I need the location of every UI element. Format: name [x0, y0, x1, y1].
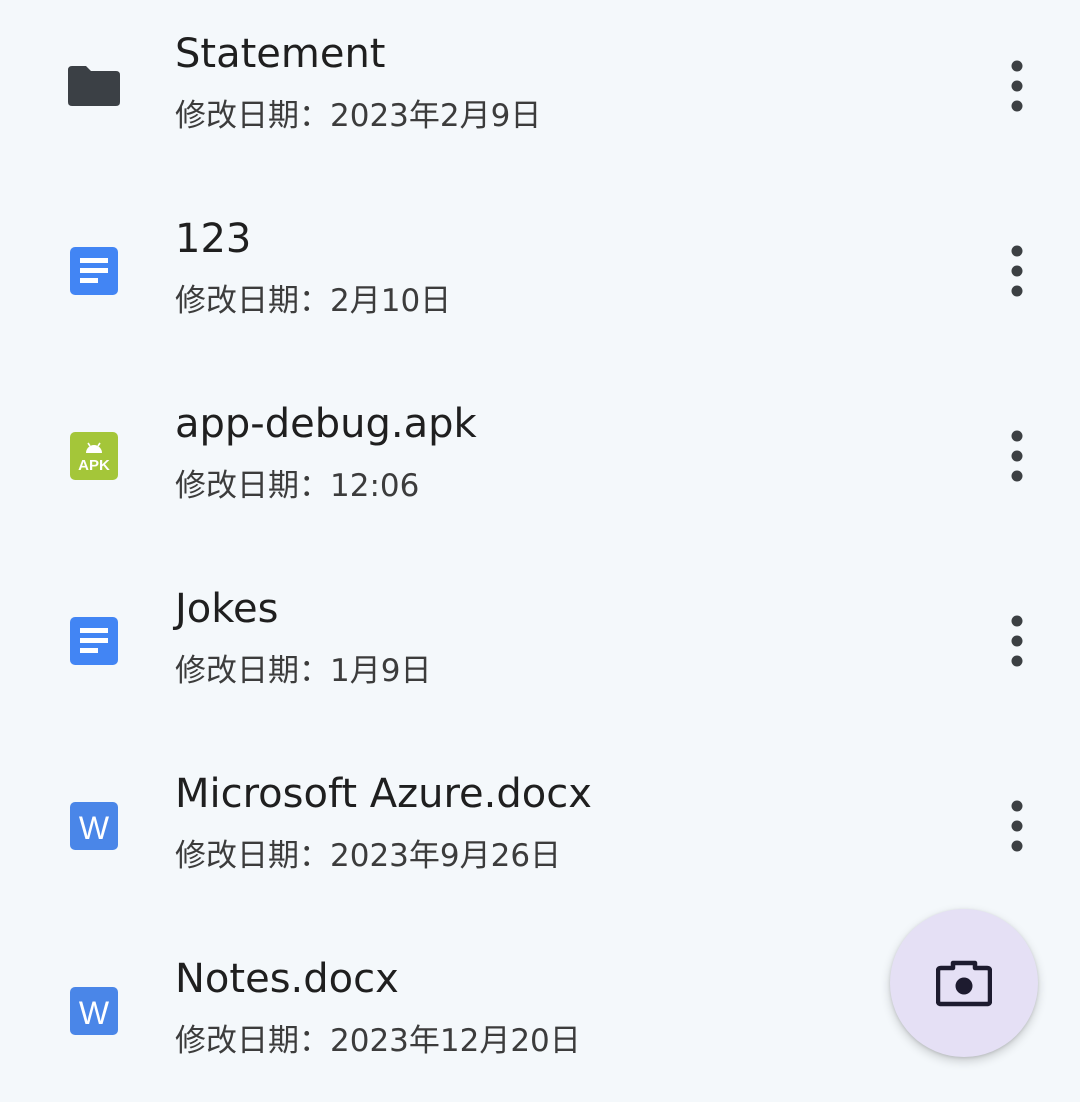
more-vert-icon	[1011, 800, 1023, 852]
list-item-microsoft-azure-docx[interactable]: W Microsoft Azure.docx 修改日期：2023年9月26日	[0, 732, 1080, 917]
file-name: Statement	[175, 31, 386, 77]
more-vert-icon	[1011, 615, 1023, 667]
word-icon-label: W	[79, 810, 110, 846]
file-modified-date: 修改日期：2023年9月26日	[175, 838, 562, 874]
more-options-button[interactable]	[992, 798, 1042, 854]
folder-icon	[64, 56, 124, 116]
camera-icon	[936, 960, 992, 1007]
file-modified-date: 修改日期：2023年2月9日	[175, 98, 542, 134]
file-modified-date: 修改日期：2023年12月20日	[175, 1023, 581, 1059]
more-options-button[interactable]	[992, 613, 1042, 669]
camera-fab-button[interactable]	[890, 909, 1038, 1057]
google-doc-icon	[64, 611, 124, 671]
list-item-app-debug-apk[interactable]: APK app-debug.apk 修改日期：12:06	[0, 362, 1080, 547]
more-vert-icon	[1011, 430, 1023, 482]
file-name: 123	[175, 216, 252, 262]
more-options-button[interactable]	[992, 243, 1042, 299]
file-list: Statement 修改日期：2023年2月9日 123 修改日期：2月10日	[0, 0, 1080, 1068]
file-modified-date: 修改日期：1月9日	[175, 653, 432, 689]
more-options-button[interactable]	[992, 58, 1042, 114]
file-modified-date: 修改日期：2月10日	[175, 283, 452, 319]
file-modified-date: 修改日期：12:06	[175, 468, 420, 504]
word-doc-icon: W	[64, 796, 124, 856]
list-item-jokes[interactable]: Jokes 修改日期：1月9日	[0, 547, 1080, 732]
list-item-statement[interactable]: Statement 修改日期：2023年2月9日	[0, 0, 1080, 177]
file-name: Jokes	[175, 586, 279, 632]
google-doc-icon	[64, 241, 124, 301]
apk-icon: APK	[64, 426, 124, 486]
apk-icon-label: APK	[78, 457, 110, 474]
list-item-123[interactable]: 123 修改日期：2月10日	[0, 177, 1080, 362]
file-name: Microsoft Azure.docx	[175, 771, 592, 817]
more-vert-icon	[1011, 245, 1023, 297]
more-vert-icon	[1011, 60, 1023, 112]
word-doc-icon: W	[64, 981, 124, 1041]
word-icon-label: W	[79, 995, 110, 1031]
more-options-button[interactable]	[992, 428, 1042, 484]
file-name: Notes.docx	[175, 956, 399, 1002]
file-name: app-debug.apk	[175, 401, 477, 447]
